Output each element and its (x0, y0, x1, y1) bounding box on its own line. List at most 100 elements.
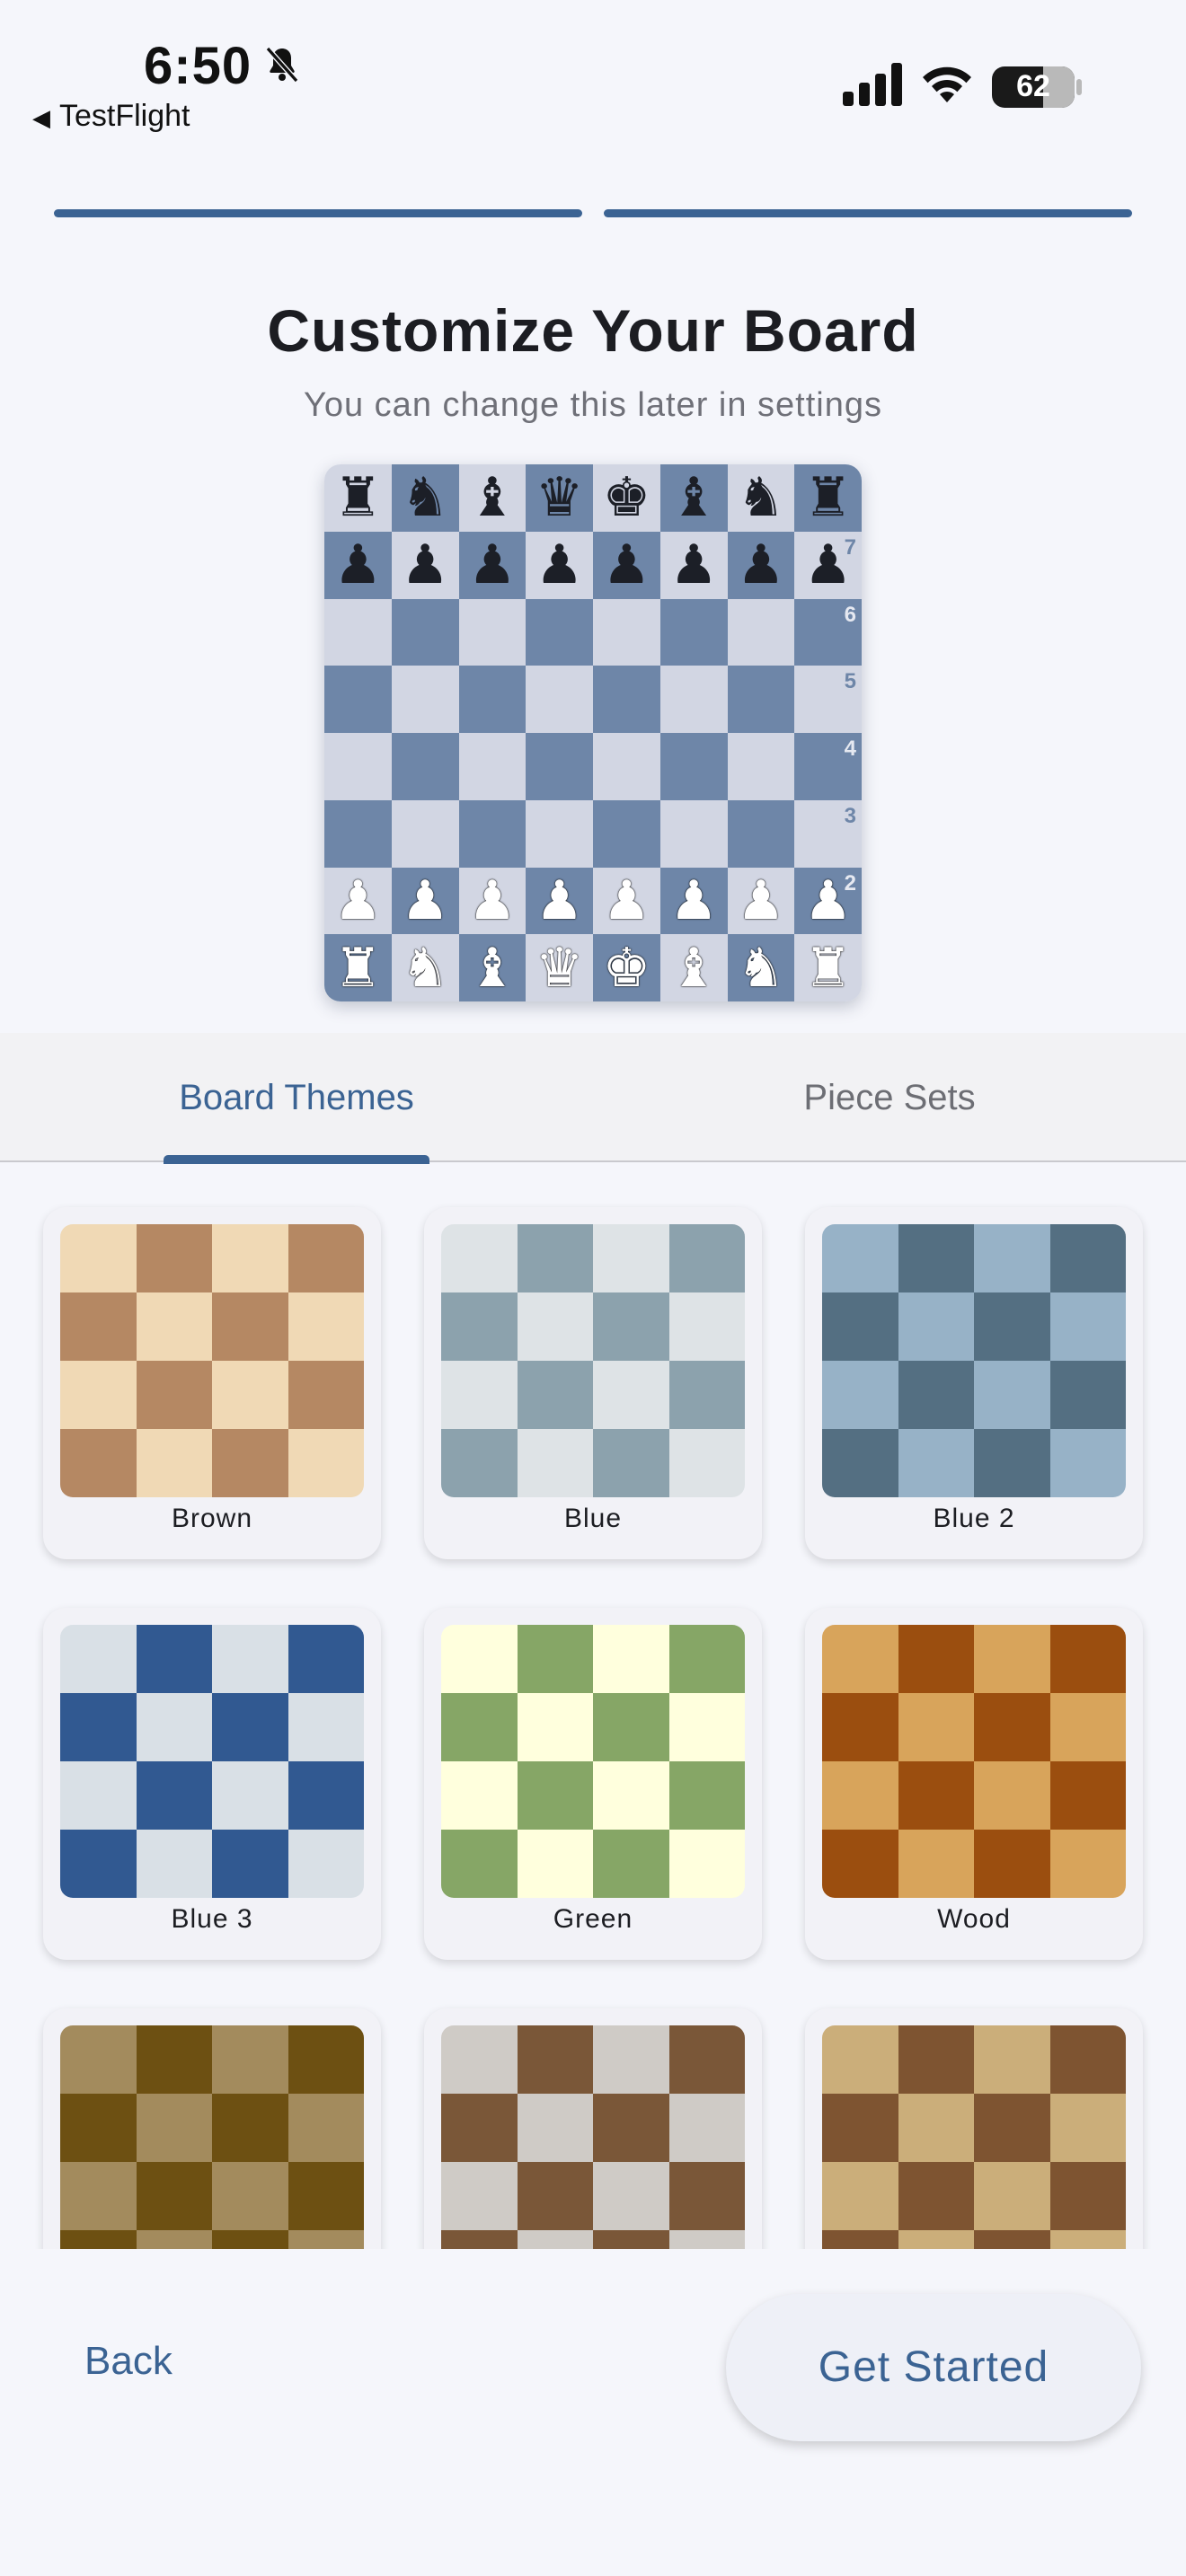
theme-preview (441, 1625, 745, 1898)
board-square (659, 598, 728, 666)
rank-label: 7 (844, 534, 856, 560)
theme-preview (441, 1224, 745, 1497)
theme-square (593, 1625, 669, 1693)
theme-square (441, 2230, 518, 2249)
page-subtitle: You can change this later in settings (304, 386, 882, 424)
theme-square (517, 1830, 593, 1898)
theme-square (668, 1361, 745, 1429)
footer: Back Get Started (0, 2249, 1186, 2576)
theme-square (668, 2025, 745, 2094)
theme-square (974, 2230, 1050, 2249)
theme-square (593, 2025, 669, 2094)
theme-square (822, 1693, 898, 1761)
theme-square (517, 2025, 593, 2094)
board-square: 4 (794, 733, 862, 800)
theme-square (898, 1429, 974, 1497)
board-square: ♝ (458, 464, 527, 532)
tab-piece-sets[interactable]: Piece Sets (593, 1033, 1186, 1162)
tabs-bar: Board Themes Piece Sets (0, 1033, 1186, 1162)
board-square (727, 598, 795, 666)
board-square (324, 733, 392, 800)
theme-square (1049, 1625, 1126, 1693)
theme-square (593, 2230, 669, 2249)
theme-square (60, 1429, 137, 1497)
get-started-button[interactable]: Get Started (726, 2294, 1141, 2441)
board-square: ♟ (391, 867, 459, 935)
board-preview: ♜ ♞ ♝ ♛ ♚ ♝ ♞ ♜ ♟ ♟ ♟ ♟ ♟ ♟ ♟ ♟ 7 6 5 4 3 ♟ ♟ ♟ ♟ ♟ ♟ ♟ ♟ 2 ♜ ♞ ♝ ♛ ♚ ♝ ♞ ♜ (324, 464, 862, 1001)
white-rook-icon: ♜ (803, 936, 853, 1000)
theme-card[interactable] (805, 2008, 1143, 2249)
back-button[interactable]: Back (84, 2339, 173, 2384)
tab-board-themes[interactable]: Board Themes (0, 1033, 593, 1162)
theme-square (212, 1761, 288, 1830)
white-pawn-icon: ♟ (535, 869, 584, 932)
board-square: ♟ (593, 867, 660, 935)
theme-card[interactable]: Wood (805, 1608, 1143, 1960)
theme-square (517, 1292, 593, 1361)
theme-square (441, 1693, 518, 1761)
board-themes-grid: Brown Blue Blue 2 Blue 3 Green Wood (0, 1164, 1186, 2249)
theme-card[interactable] (43, 2008, 381, 2249)
theme-square (593, 1429, 669, 1497)
theme-square (212, 1224, 288, 1292)
board-square: ♝ (458, 934, 527, 1001)
white-pawn-icon: ♟ (669, 869, 719, 932)
theme-square (517, 1761, 593, 1830)
black-pawn-icon: ♟ (535, 534, 584, 597)
theme-square (593, 2162, 669, 2230)
theme-square (974, 1693, 1050, 1761)
theme-card[interactable]: Brown (43, 1207, 381, 1559)
theme-card[interactable]: Green (424, 1608, 762, 1960)
board-square: ♜ (324, 934, 392, 1001)
black-rook-icon: ♜ (803, 466, 853, 530)
board-square (391, 799, 459, 868)
theme-card[interactable]: Blue 2 (805, 1207, 1143, 1559)
theme-square (668, 1761, 745, 1830)
theme-name: Green (553, 1904, 633, 1934)
board-square (526, 733, 593, 800)
theme-square (1049, 2094, 1126, 2162)
board-square: ♞ (727, 464, 795, 532)
theme-square (593, 1761, 669, 1830)
theme-square (212, 2025, 288, 2094)
theme-square (517, 1693, 593, 1761)
back-to-app-button[interactable]: ◀ TestFlight (32, 99, 190, 134)
theme-card[interactable]: Blue 3 (43, 1608, 381, 1960)
board-square: ♟ (526, 531, 593, 599)
theme-square (822, 2094, 898, 2162)
board-square: ♞ (391, 934, 459, 1001)
theme-square (898, 1361, 974, 1429)
board-square (324, 666, 392, 733)
theme-square (668, 1625, 745, 1693)
theme-square (668, 2094, 745, 2162)
theme-square (288, 2025, 364, 2094)
theme-square (136, 2094, 212, 2162)
theme-square (136, 1292, 212, 1361)
theme-square (212, 2230, 288, 2249)
theme-square (212, 1429, 288, 1497)
theme-preview (60, 1224, 364, 1497)
board-square: ♟ (593, 531, 660, 599)
theme-square (136, 1224, 212, 1292)
theme-square (974, 1761, 1050, 1830)
theme-square (668, 1292, 745, 1361)
theme-square (288, 2094, 364, 2162)
theme-square (593, 2094, 669, 2162)
theme-name: Wood (937, 1904, 1011, 1934)
theme-square (136, 1429, 212, 1497)
theme-square (288, 1429, 364, 1497)
white-pawn-icon: ♟ (602, 869, 651, 932)
theme-square (136, 1693, 212, 1761)
theme-square (822, 2230, 898, 2249)
theme-preview (441, 2025, 745, 2249)
theme-square (822, 2025, 898, 2094)
board-square (458, 666, 527, 733)
board-square (324, 799, 392, 868)
theme-card[interactable] (424, 2008, 762, 2249)
board-square: ♟ (526, 867, 593, 935)
theme-card[interactable]: Blue (424, 1207, 762, 1559)
board-square: ♛ (526, 464, 593, 532)
theme-square (212, 1625, 288, 1693)
rank-label: 2 (844, 870, 856, 895)
theme-square (898, 1292, 974, 1361)
